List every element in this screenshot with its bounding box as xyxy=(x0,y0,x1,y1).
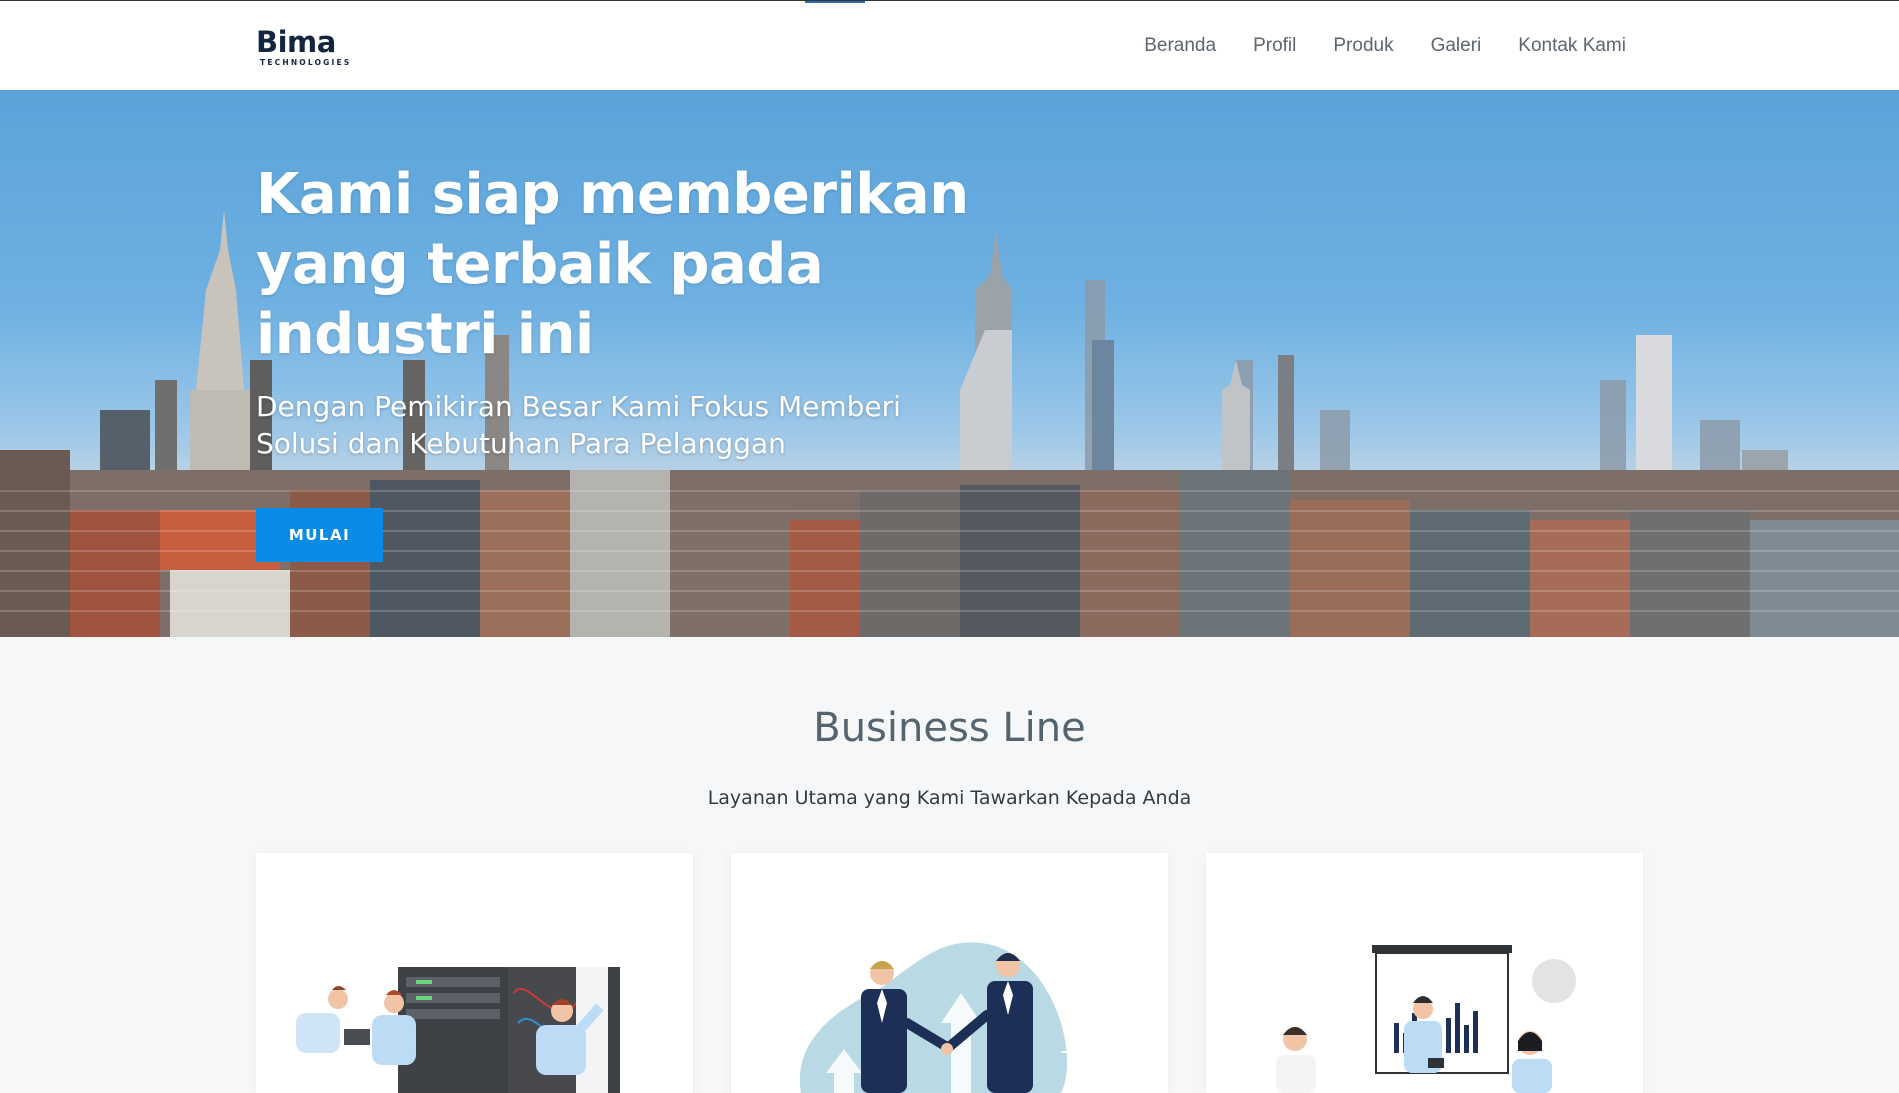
business-card-partnership[interactable]: + xyxy=(731,853,1168,1093)
main-nav: Beranda Profil Produk Galeri Kontak Kami xyxy=(1144,1,1626,91)
business-line-title: Business Line xyxy=(813,705,1086,751)
logo-subtitle: TECHNOLOGIES xyxy=(260,58,352,67)
hero-title-line: industri ini xyxy=(256,302,594,367)
hero-subtitle-line: Solusi dan Kebutuhan Para Pelanggan xyxy=(256,427,786,460)
hero-banner: Kami siap memberikan yang terbaik pada i… xyxy=(0,90,1899,637)
top-accent-line xyxy=(805,1,865,3)
hero-subtitle: Dengan Pemikiran Besar Kami Fokus Member… xyxy=(256,388,946,462)
hero-subtitle-line: Dengan Pemikiran Besar Kami Fokus Member… xyxy=(256,390,901,423)
presentation-chart-illustration xyxy=(1276,945,1576,1093)
nav-galeri[interactable]: Galeri xyxy=(1431,35,1482,57)
hero-title: Kami siap memberikan yang terbaik pada i… xyxy=(256,160,976,370)
nav-kontak-kami[interactable]: Kontak Kami xyxy=(1518,35,1626,57)
nav-produk[interactable]: Produk xyxy=(1333,35,1393,57)
mulai-button[interactable]: MULAI xyxy=(256,508,383,562)
logo-wordmark: Bima xyxy=(256,25,336,59)
hero-title-line: Kami siap memberikan xyxy=(256,162,969,227)
hero-text: Kami siap memberikan yang terbaik pada i… xyxy=(256,160,976,462)
top-navbar: Bima TECHNOLOGIES Beranda Profil Produk … xyxy=(0,0,1899,90)
server-room-technicians-illustration xyxy=(296,967,620,1093)
business-line-subtitle: Layanan Utama yang Kami Tawarkan Kepada … xyxy=(707,787,1192,809)
svg-text:+: + xyxy=(1059,1040,1077,1065)
hero-title-line: yang terbaik pada xyxy=(256,232,824,297)
nav-profil[interactable]: Profil xyxy=(1253,35,1296,57)
business-card-server[interactable] xyxy=(256,853,693,1093)
business-card-consulting[interactable] xyxy=(1206,853,1643,1093)
bima-logo[interactable]: Bima TECHNOLOGIES xyxy=(256,25,352,67)
business-handshake-illustration: + xyxy=(799,942,1077,1093)
nav-beranda[interactable]: Beranda xyxy=(1144,35,1216,57)
